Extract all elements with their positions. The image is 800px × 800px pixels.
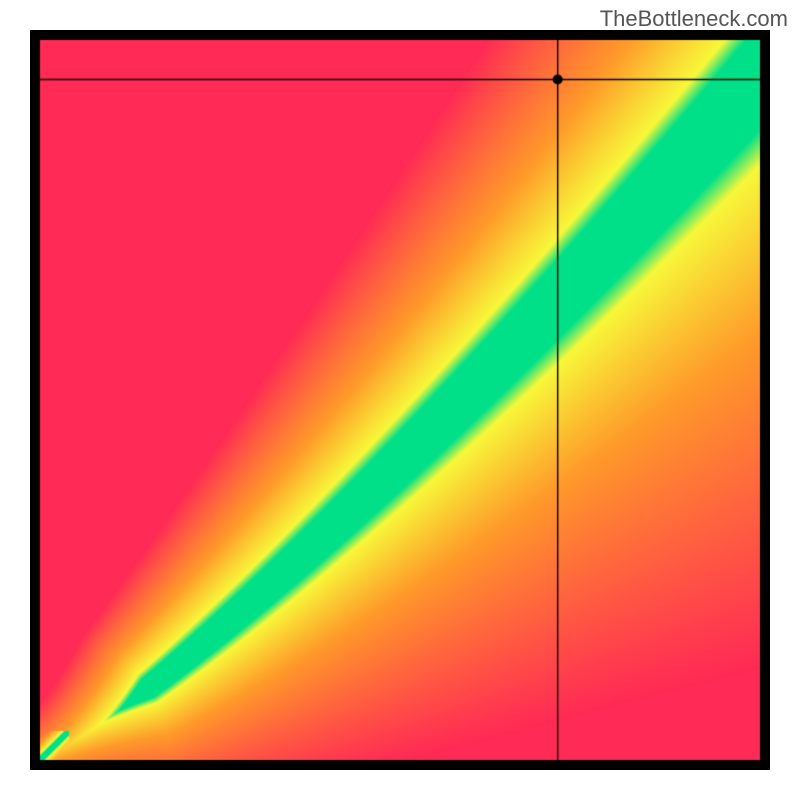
heatmap-plot [30,30,770,770]
chart-container: TheBottleneck.com [0,0,800,800]
watermark-text: TheBottleneck.com [600,6,788,32]
heatmap-canvas [30,30,770,770]
